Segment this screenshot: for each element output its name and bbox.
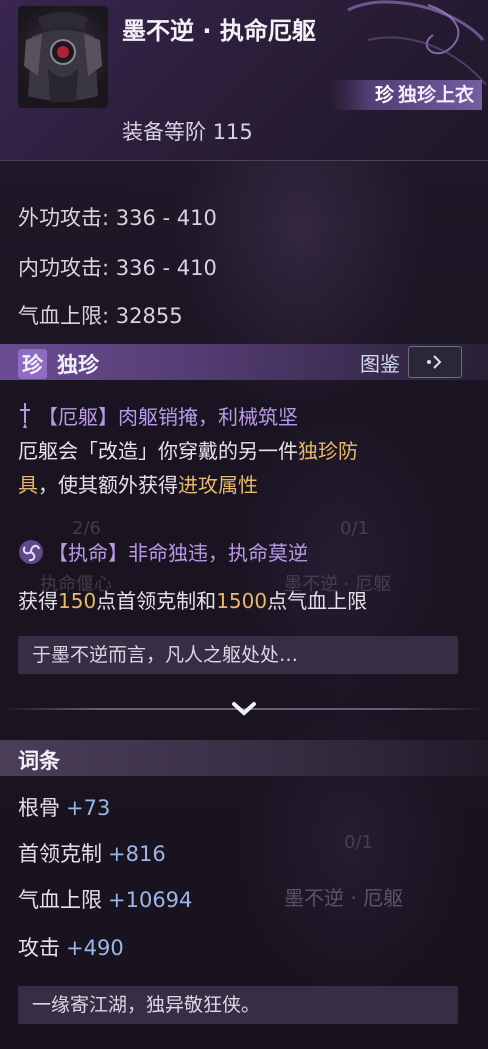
header-divider [0,160,488,161]
level-label: 装备等阶 [122,120,206,144]
affix-value: +73 [66,796,111,820]
item-portrait [18,6,108,108]
flavor-quote-collapsed: 于墨不逆而言，凡人之躯处处… [18,636,458,674]
affix-label: 根骨 [18,796,60,820]
affix-row: 攻击 +490 [18,932,124,962]
treasure-gem-icon: 珍 [374,84,394,106]
affix-section-header [0,740,488,776]
atlas-label: 图鉴 [360,351,400,376]
effect-1-desc-text: 厄躯会「改造」你穿戴的另一件 [18,439,298,463]
effect-2-value-hp: 1500 [216,589,268,613]
effect-1-title: 【厄躯】肉躯销掩，利械筑坚 [18,400,478,434]
effect-2-text-b: 点首领克制和 [96,589,217,613]
stat-value: 336 - 410 [115,256,217,280]
effect-1-highlight-armor-tail: 具 [18,473,38,497]
sword-icon [20,403,30,428]
background-count-3: 0/1 [344,832,373,853]
stat-label: 外功攻击: [18,206,116,230]
effect-1-highlight-attack: 进攻属性 [178,473,258,497]
expand-button[interactable] [222,694,266,724]
rarity-label: 独珍上衣 [397,84,474,106]
stat-max-hp: 气血上限: 32855 [18,300,183,330]
effect-1-desc-line-1: 厄躯会「改造」你穿戴的另一件独珍防 [18,434,478,468]
stat-inner-attack: 内功攻击: 336 - 410 [18,252,217,282]
stat-label: 内功攻击: [18,256,116,280]
item-header: 墨不逆 · 执命厄躯 珍独珍上衣 装备等阶 115 [0,0,488,160]
item-name: 墨不逆 · 执命厄躯 [122,17,316,45]
effect-1-desc-line-2: 具，使其额外获得进攻属性 [18,468,478,502]
affix-row: 根骨 +73 [18,792,110,822]
unique-section-title: 珍独珍 [18,349,99,379]
background-name-3: 墨不逆 · 厄躯 [284,886,404,910]
affix-row: 气血上限 +10694 [18,884,192,914]
affix-value: +816 [108,842,166,866]
effect-2-text-c: 点气血上限 [267,589,368,613]
affix-section-title: 词条 [18,749,60,773]
stat-outer-attack: 外功攻击: 336 - 410 [18,202,217,232]
triskele-icon [19,540,43,564]
equipment-level: 装备等阶 115 [122,116,253,146]
affix-value: +10694 [108,888,193,912]
level-value: 115 [212,120,253,144]
effect-2-title: 【执命】非命独违，执命莫逆 [18,536,478,570]
atlas-link[interactable]: 图鉴 [360,346,462,378]
effect-2-text-a: 获得 [18,589,58,613]
affix-label: 首领克制 [18,842,102,866]
effect-2-title-text: 【执命】非命独违，执命莫逆 [48,541,308,565]
effect-2-value-boss: 150 [58,589,97,613]
chevron-right-icon [427,355,442,369]
affix-row: 首领克制 +816 [18,838,166,868]
effect-2-desc: 获得150点首领克制和1500点气血上限 [18,584,478,618]
stat-value: 336 - 410 [115,206,217,230]
effect-1-highlight-armor: 独珍防 [298,439,358,463]
flavor-quote: 一缘寄江湖，独异敬狂侠。 [18,986,458,1024]
treasure-gem-icon: 珍 [18,349,47,379]
atlas-button[interactable] [408,346,462,378]
chevron-down-icon [232,702,256,716]
affix-label: 攻击 [18,936,60,960]
effect-1-desc-text-2: ，使其额外获得 [38,473,178,497]
affix-label: 气血上限 [18,888,102,912]
section-title-text: 独珍 [57,353,99,377]
rarity-tag: 珍独珍上衣 [332,80,482,110]
stat-label: 气血上限: [18,304,116,328]
affix-value: +490 [66,936,124,960]
effect-1-title-text: 【厄躯】肉躯销掩，利械筑坚 [38,405,298,429]
stat-value: 32855 [115,304,183,328]
